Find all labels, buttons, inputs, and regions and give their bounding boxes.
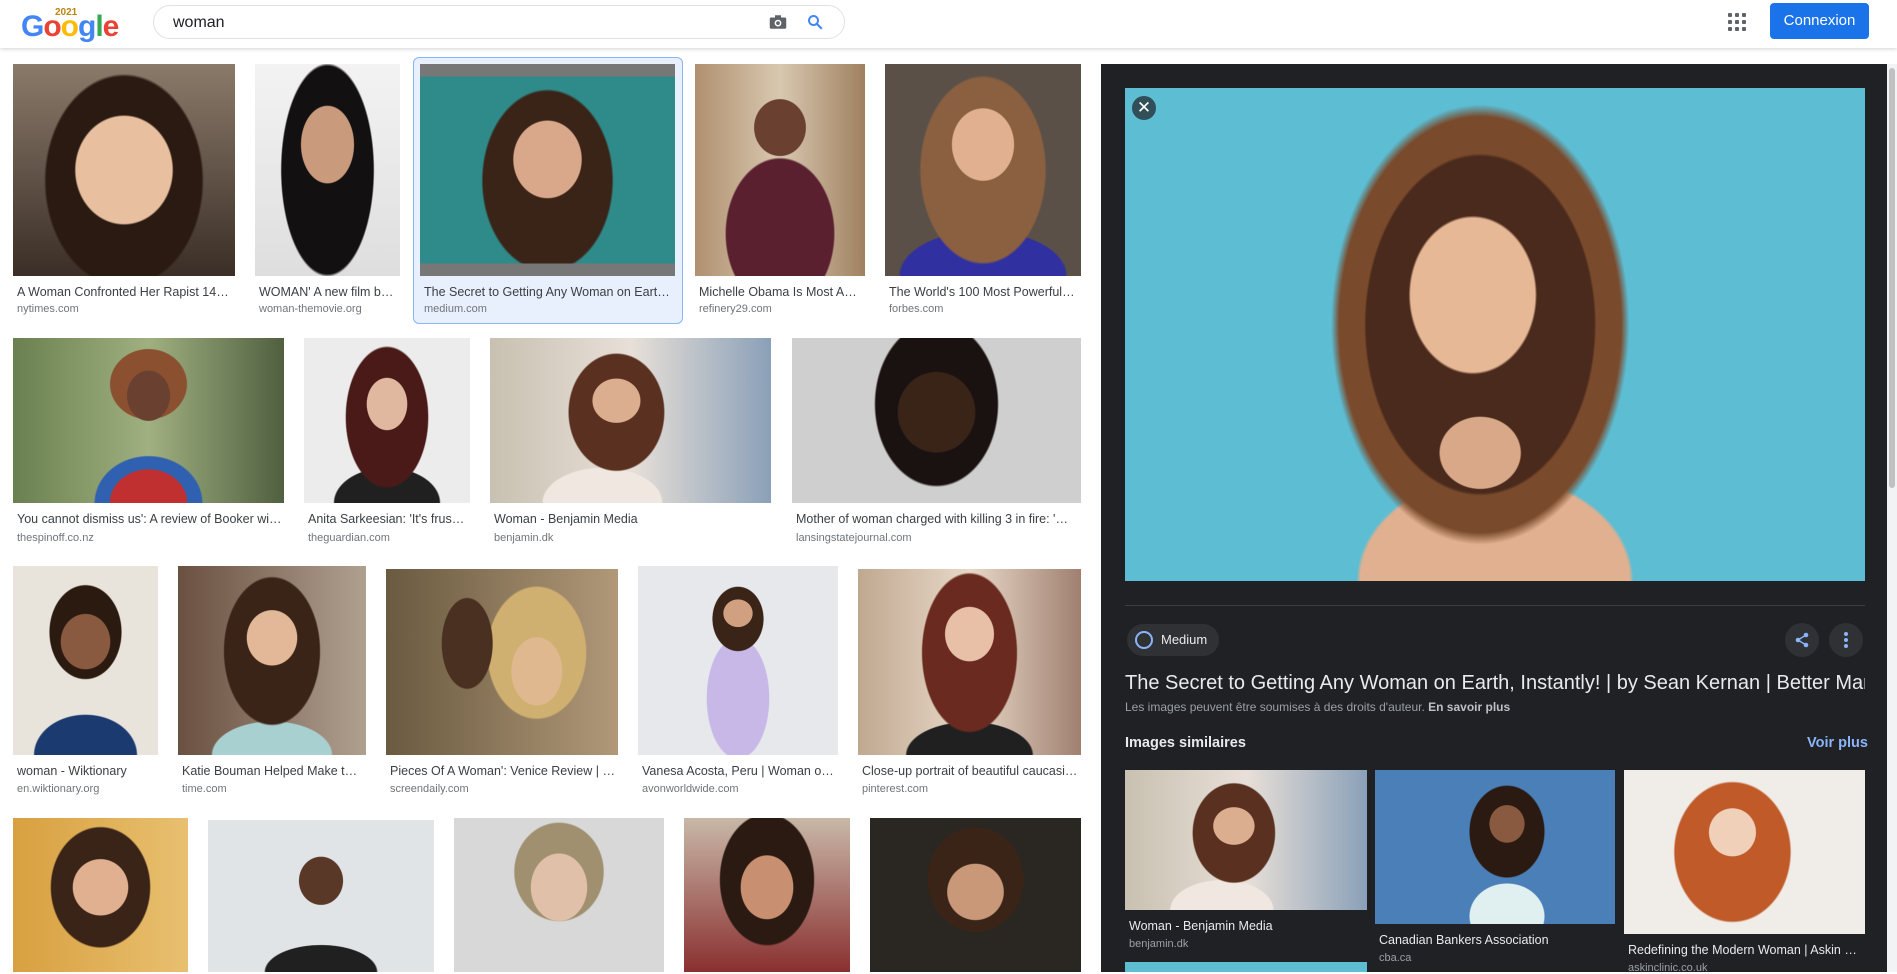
result-caption[interactable]: Close-up portrait of beautiful caucasi… — [862, 764, 1078, 778]
result-image[interactable] — [638, 566, 838, 755]
similar-source: cba.ca — [1379, 952, 1412, 964]
header: Google 2021 Connexion — [0, 0, 1897, 48]
result-source: nytimes.com — [17, 303, 79, 315]
similar-caption[interactable]: Woman - Benjamin Media — [1129, 919, 1365, 933]
similar-caption[interactable]: Canadian Bankers Association — [1379, 933, 1613, 947]
copyright-notice: Les images peuvent être soumises à des d… — [1125, 700, 1510, 714]
login-button[interactable]: Connexion — [1770, 3, 1869, 39]
result-caption[interactable]: Woman - Benjamin Media — [494, 512, 766, 526]
copyright-text: Les images peuvent être soumises à des d… — [1125, 700, 1425, 714]
similar-source: askinclinic.co.uk — [1628, 962, 1708, 974]
result-caption[interactable]: Mother of woman charged with killing 3 i… — [796, 512, 1076, 526]
result-source: benjamin.dk — [494, 532, 554, 544]
result-caption[interactable]: The Secret to Getting Any Woman on Earth… — [424, 285, 674, 299]
logo-year: 2021 — [55, 7, 78, 18]
result-caption[interactable]: Vanesa Acosta, Peru | Woman of … — [642, 764, 834, 778]
result-image[interactable] — [695, 64, 865, 276]
similar-image[interactable] — [1125, 962, 1367, 972]
scrollbar[interactable] — [1887, 64, 1897, 972]
result-caption[interactable]: Michelle Obama Is Most Ad… — [699, 285, 861, 299]
result-source: lansingstatejournal.com — [796, 532, 912, 544]
result-image[interactable] — [255, 64, 400, 276]
result-source: woman-themovie.org — [259, 303, 362, 315]
site-chip-label: Medium — [1161, 632, 1208, 647]
see-more-link[interactable]: Voir plus — [1807, 735, 1868, 751]
globe-icon — [1135, 631, 1153, 649]
result-image[interactable] — [386, 569, 618, 755]
apps-grid-icon[interactable] — [1728, 13, 1746, 31]
similar-images-heading: Images similaires — [1125, 735, 1246, 751]
result-source: thespinoff.co.nz — [17, 532, 94, 544]
result-caption[interactable]: The World's 100 Most Powerful … — [889, 285, 1075, 299]
result-caption[interactable]: A Woman Confronted Her Rapist 14 … — [17, 285, 231, 299]
search-input[interactable] — [173, 12, 733, 34]
result-source: screendaily.com — [390, 783, 469, 795]
preview-image[interactable] — [1125, 88, 1865, 581]
result-source: avonworldwide.com — [642, 783, 739, 795]
scrollbar-thumb[interactable] — [1889, 68, 1895, 488]
result-image[interactable] — [858, 569, 1081, 755]
result-caption[interactable]: You cannot dismiss us': A review of Book… — [17, 512, 282, 526]
close-icon[interactable]: ✕ — [1132, 96, 1156, 120]
result-caption[interactable]: woman - Wiktionary — [17, 764, 157, 778]
result-source: en.wiktionary.org — [17, 783, 100, 795]
site-chip[interactable]: Medium — [1127, 624, 1220, 656]
similar-image[interactable] — [1125, 770, 1367, 910]
similar-image[interactable] — [1375, 770, 1615, 924]
result-source: medium.com — [424, 303, 487, 315]
share-icon[interactable] — [1785, 623, 1819, 657]
more-vert-icon[interactable] — [1829, 623, 1863, 657]
camera-icon[interactable] — [769, 14, 787, 30]
result-image[interactable] — [13, 338, 284, 503]
similar-caption[interactable]: Redefining the Modern Woman | Askin Cl… — [1628, 943, 1862, 957]
similar-source: benjamin.dk — [1129, 938, 1189, 950]
divider — [1125, 605, 1865, 606]
result-source: theguardian.com — [308, 532, 390, 544]
result-image[interactable] — [13, 566, 158, 755]
result-image[interactable] — [870, 818, 1081, 972]
search-box — [153, 5, 845, 39]
similar-image[interactable] — [1624, 770, 1865, 934]
result-image[interactable] — [684, 818, 850, 972]
result-image[interactable] — [13, 818, 188, 972]
result-image[interactable] — [885, 64, 1081, 276]
google-logo[interactable]: Google 2021 — [21, 6, 119, 43]
result-source: pinterest.com — [862, 783, 929, 795]
learn-more-link[interactable]: En savoir plus — [1428, 700, 1510, 714]
result-caption[interactable]: WOMAN' A new film by… — [259, 285, 395, 299]
result-image[interactable] — [208, 820, 434, 972]
result-caption[interactable]: Anita Sarkeesian: 'It's frust… — [308, 512, 466, 526]
result-caption[interactable]: Pieces Of A Woman': Venice Review | R… — [390, 764, 616, 778]
result-image[interactable] — [13, 64, 235, 276]
result-image[interactable] — [490, 338, 771, 503]
result-image[interactable] — [792, 338, 1081, 503]
preview-title[interactable]: The Secret to Getting Any Woman on Earth… — [1125, 672, 1865, 695]
result-image[interactable] — [178, 566, 366, 755]
result-caption[interactable]: Katie Bouman Helped Make th… — [182, 764, 362, 778]
result-image[interactable] — [454, 818, 664, 972]
result-image[interactable] — [420, 64, 675, 276]
result-source: time.com — [182, 783, 227, 795]
search-icon[interactable] — [806, 13, 824, 31]
result-source: refinery29.com — [699, 303, 772, 315]
result-image[interactable] — [304, 338, 470, 503]
result-source: forbes.com — [889, 303, 944, 315]
